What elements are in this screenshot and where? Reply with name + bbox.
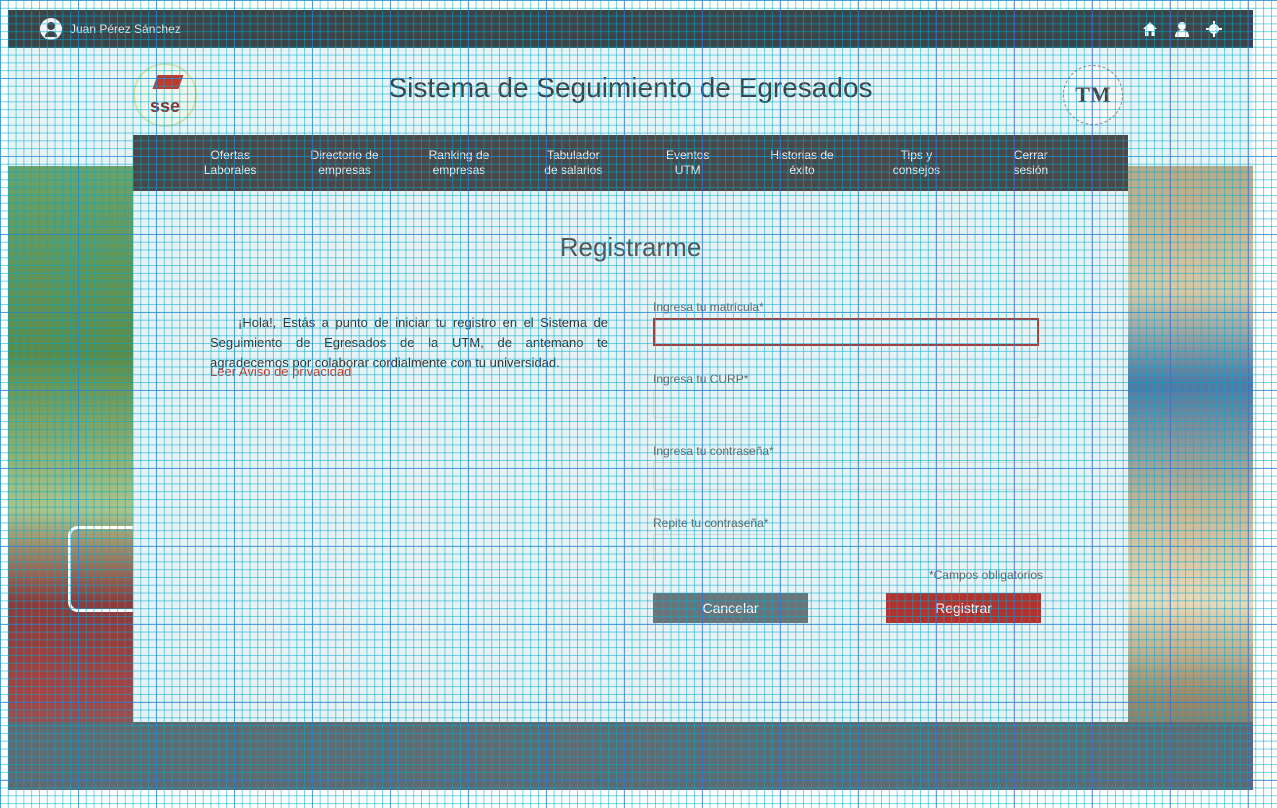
nav-item-label: empresas — [432, 163, 486, 177]
cancel-button[interactable]: Cancelar — [653, 593, 808, 623]
nav-item-label: Historias de — [770, 148, 834, 162]
app-frame: Juan Pérez Sánchez sse Sistema de Seguim… — [8, 10, 1253, 790]
nav-item-label: Ranking de — [428, 148, 490, 162]
nav-item-tabulador[interactable]: Tabulador de salarios — [533, 148, 613, 178]
nav-item-eventos[interactable]: Eventos UTM — [648, 148, 728, 178]
curp-label: Ingresa tu CURP* — [653, 372, 749, 386]
nav-item-label: Tips y — [900, 148, 933, 162]
top-bar: Juan Pérez Sánchez — [8, 10, 1253, 48]
password-label: Ingresa tu contraseña* — [653, 444, 774, 458]
nav-item-ofertas[interactable]: Ofertas Laborales — [190, 148, 270, 178]
nav-item-tips[interactable]: Tips y consejos — [876, 148, 956, 178]
nav-item-label: éxito — [789, 163, 815, 177]
nav-item-historias[interactable]: Historias de éxito — [762, 148, 842, 178]
nav-item-label: Laborales — [203, 163, 257, 177]
user-name: Juan Pérez Sánchez — [70, 22, 181, 36]
nav-item-label: consejos — [892, 163, 941, 177]
utm-logo: TM — [1063, 65, 1123, 125]
main-nav: Ofertas Laborales Directorio de empresas R… — [133, 135, 1128, 191]
privacy-link[interactable]: Leer Aviso de privacidad — [210, 364, 351, 379]
register-title: Registrarme — [559, 232, 702, 262]
gear-icon[interactable] — [1205, 20, 1223, 38]
register-button[interactable]: Registrar — [886, 593, 1041, 623]
matricula-input[interactable] — [653, 318, 1039, 346]
register-form: Ingresa tu matrícula* Ingresa tu CURP* I… — [653, 300, 1043, 623]
nav-item-label: sesión — [1013, 163, 1049, 177]
curp-input[interactable] — [653, 390, 1039, 418]
nav-item-ranking[interactable]: Ranking de empresas — [419, 148, 499, 178]
nav-item-label: Cerrar — [1013, 148, 1048, 162]
user-icon[interactable] — [1173, 20, 1191, 38]
nav-item-directorio[interactable]: Directorio de empresas — [305, 148, 385, 178]
password-input[interactable] — [653, 462, 1039, 490]
top-icons — [1141, 20, 1223, 38]
nav-item-logout[interactable]: Cerrar sesión — [991, 148, 1071, 178]
nav-item-label: empresas — [318, 163, 371, 177]
nav-item-label: UTM — [674, 163, 701, 177]
nav-item-label: Eventos — [666, 148, 710, 162]
repeat-password-label: Repite tu contraseña* — [653, 516, 769, 530]
footer-strip — [8, 722, 1253, 790]
avatar — [40, 18, 62, 40]
required-note: *Campos obligatorios — [928, 568, 1043, 582]
nav-item-label: Directorio de — [310, 148, 379, 162]
background-photo-left — [8, 166, 144, 790]
register-panel: Registrarme ¡Hola!, Estás a punto de ini… — [133, 190, 1128, 722]
home-icon[interactable] — [1141, 20, 1159, 38]
utm-logo-text: TM — [1075, 82, 1111, 107]
nav-item-label: Ofertas — [210, 148, 250, 162]
nav-item-label: Tabulador — [546, 148, 600, 162]
matricula-label: Ingresa tu matrícula* — [653, 300, 764, 314]
background-photo-right — [1128, 166, 1253, 790]
user-menu[interactable]: Juan Pérez Sánchez — [40, 18, 181, 40]
repeat-password-input[interactable] — [653, 534, 1039, 562]
nav-item-label: de salarios — [544, 163, 603, 177]
